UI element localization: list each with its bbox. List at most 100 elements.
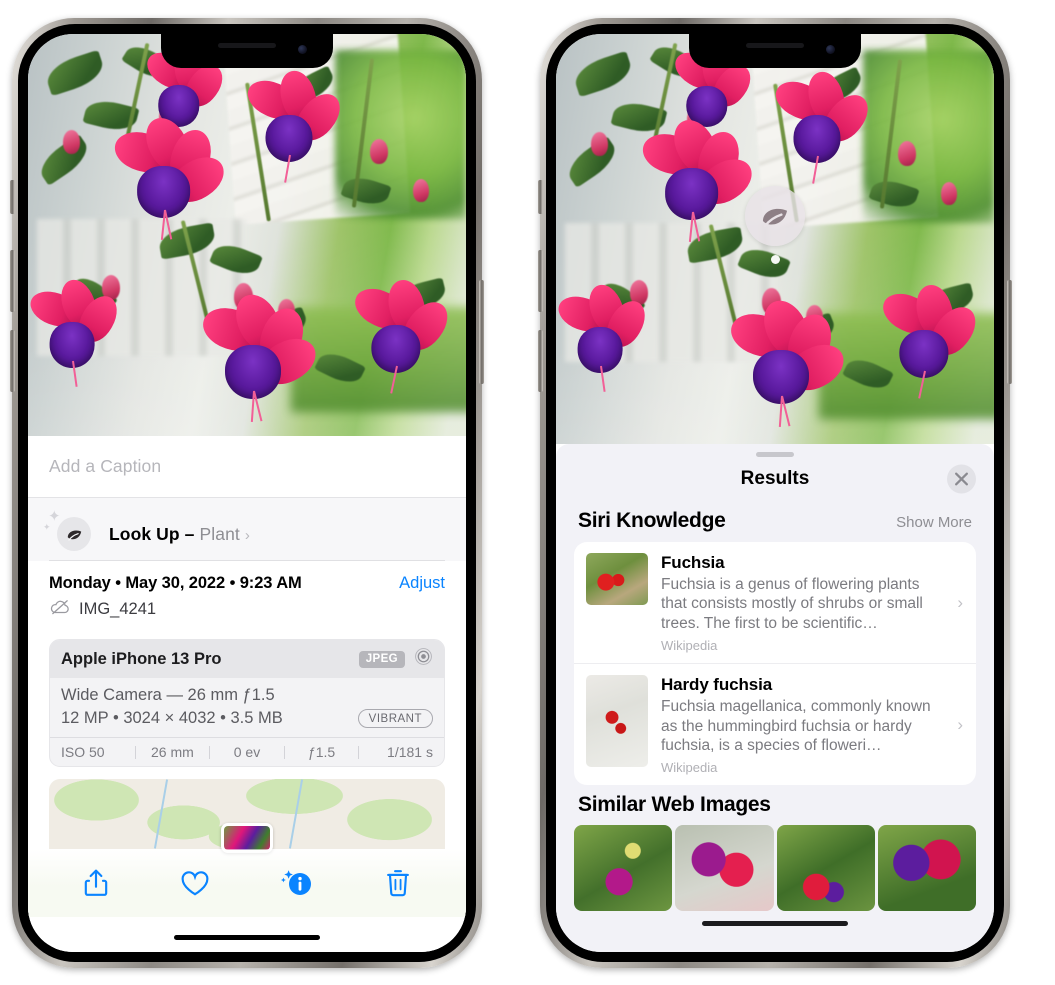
list-item[interactable]: Fuchsia Fuchsia is a genus of flowering … [574, 542, 976, 663]
share-button[interactable] [83, 868, 109, 898]
photo-fuchsia-bloom [876, 281, 985, 399]
earpiece-speaker [746, 43, 804, 48]
volume-up-button[interactable] [538, 250, 543, 312]
caption-input[interactable]: Add a Caption [49, 456, 161, 477]
favorite-button[interactable] [180, 870, 210, 897]
look-up-title: Look Up [109, 523, 180, 544]
result-thumbnail [586, 553, 648, 605]
icloud-slash-icon [49, 599, 71, 620]
adjust-button[interactable]: Adjust [399, 574, 445, 593]
photo-bud [591, 132, 609, 157]
photo-toolbar [28, 849, 466, 917]
exif-body: Wide Camera — 26 mm ƒ1.5 12 MP • 3024 × … [50, 678, 444, 737]
photo-bud [897, 140, 916, 166]
photo-viewer[interactable] [556, 34, 994, 444]
photo-bud [413, 178, 430, 202]
map-river [288, 779, 303, 849]
visual-look-up-dot [770, 255, 780, 264]
web-image-3[interactable] [776, 825, 875, 912]
photo-bud [63, 130, 81, 155]
photo-fuchsia-bloom [241, 66, 348, 183]
notch [161, 34, 333, 68]
delete-button[interactable] [385, 868, 411, 898]
siri-knowledge-header: Siri Knowledge Show More [556, 501, 994, 542]
home-indicator[interactable] [174, 934, 320, 940]
info-button[interactable] [280, 868, 314, 898]
exif-stat-focal: 26 mm [150, 744, 194, 760]
result-source: Wikipedia [661, 760, 718, 776]
similar-web-images-title: Similar Web Images [578, 793, 771, 817]
photographic-style-badge: VIBRANT [357, 709, 433, 728]
exif-stats-row: ISO 50 26 mm 0 ev ƒ1.5 1/181 s [50, 737, 444, 766]
notch [689, 34, 861, 68]
power-button[interactable] [479, 280, 484, 384]
earpiece-speaker [218, 43, 276, 48]
visual-look-up-badge[interactable] [745, 186, 805, 264]
look-up-row[interactable]: ✦ ✦ Look Up – Plant › [43, 508, 445, 560]
exif-header: Apple iPhone 13 Pro JPEG [50, 640, 444, 678]
photo-fuchsia-bloom [348, 276, 457, 394]
result-source: Wikipedia [661, 638, 718, 654]
results-header: Results [556, 457, 994, 501]
volume-up-button[interactable] [10, 250, 15, 312]
photo-bud [941, 181, 958, 205]
photo-viewer[interactable] [28, 34, 466, 436]
similar-web-images-strip[interactable] [556, 825, 994, 912]
photo-bud [369, 138, 388, 164]
format-badge: JPEG [358, 650, 405, 668]
photo-fuchsia-bloom [637, 112, 760, 243]
chevron-right-icon: › [244, 526, 250, 544]
left-phone: Add a Caption ✦ ✦ Look Up – Plant › Mond… [10, 18, 484, 968]
siri-knowledge-title: Siri Knowledge [578, 509, 726, 532]
web-image-2[interactable] [675, 825, 774, 912]
show-more-button[interactable]: Show More [896, 514, 972, 531]
file-size-info: 12 MP • 3024 × 4032 • 3.5 MB [61, 709, 283, 727]
result-title: Hardy fuchsia [661, 675, 773, 695]
aperture-icon [414, 647, 433, 671]
look-up-subject-text: Plant [199, 523, 240, 544]
look-up-label: Look Up – Plant › [109, 524, 250, 545]
lens-info: Wide Camera — 26 mm ƒ1.5 [61, 686, 275, 704]
photo-fuchsia-bloom [109, 110, 232, 241]
exif-card[interactable]: Apple iPhone 13 Pro JPEG Wide Camera — 2… [49, 639, 445, 767]
metadata-block: Monday • May 30, 2022 • 9:23 AM Adjust I… [28, 561, 466, 628]
photo-fuchsia-bloom [197, 287, 324, 423]
photo-info-sheet: Add a Caption ✦ ✦ Look Up – Plant › Mond… [28, 436, 466, 952]
results-title: Results [740, 468, 810, 489]
ringer-switch[interactable] [538, 180, 543, 214]
right-phone: Results Siri Knowledge Show More Fuchsia… [538, 18, 1012, 968]
power-button[interactable] [1007, 280, 1012, 384]
photo-fuchsia-bloom [28, 275, 125, 387]
result-title: Fuchsia [661, 553, 725, 572]
exif-stat-aperture: ƒ1.5 [307, 744, 336, 760]
web-image-1[interactable] [574, 825, 673, 912]
volume-down-button[interactable] [538, 330, 543, 392]
exif-stat-ev: 0 ev [233, 744, 261, 760]
exif-stat-shutter: 1/181 s [387, 744, 433, 760]
leaf-icon [745, 186, 805, 246]
ringer-switch[interactable] [10, 180, 15, 214]
result-description: Fuchsia magellanica, commonly known as t… [661, 698, 931, 754]
home-indicator[interactable] [702, 920, 848, 926]
result-description: Fuchsia is a genus of flowering plants t… [661, 576, 923, 632]
list-item[interactable]: Hardy fuchsia Fuchsia magellanica, commo… [574, 663, 976, 785]
photo-filename: IMG_4241 [79, 600, 157, 618]
caption-row[interactable]: Add a Caption [28, 436, 466, 498]
map-pin-thumbnail [224, 826, 270, 850]
result-thumbnail [586, 675, 648, 768]
camera-device-name: Apple iPhone 13 Pro [61, 649, 222, 668]
sparkle-icon: ✦ [43, 522, 51, 532]
close-button[interactable] [947, 464, 976, 494]
photo-date: Monday • May 30, 2022 • 9:23 AM [49, 574, 302, 592]
volume-down-button[interactable] [10, 330, 15, 392]
map-river [153, 779, 168, 849]
chevron-right-icon: › [957, 714, 963, 734]
web-image-4[interactable] [877, 825, 976, 912]
chevron-right-icon: › [957, 592, 963, 612]
leaf-icon: ✦ ✦ [43, 509, 91, 551]
location-map[interactable] [49, 779, 445, 853]
photo-fuchsia-bloom [725, 292, 852, 428]
similar-web-images-header: Similar Web Images [556, 785, 994, 823]
exif-stat-iso: ISO 50 [61, 744, 105, 760]
look-up-block: ✦ ✦ Look Up – Plant › [28, 498, 466, 561]
